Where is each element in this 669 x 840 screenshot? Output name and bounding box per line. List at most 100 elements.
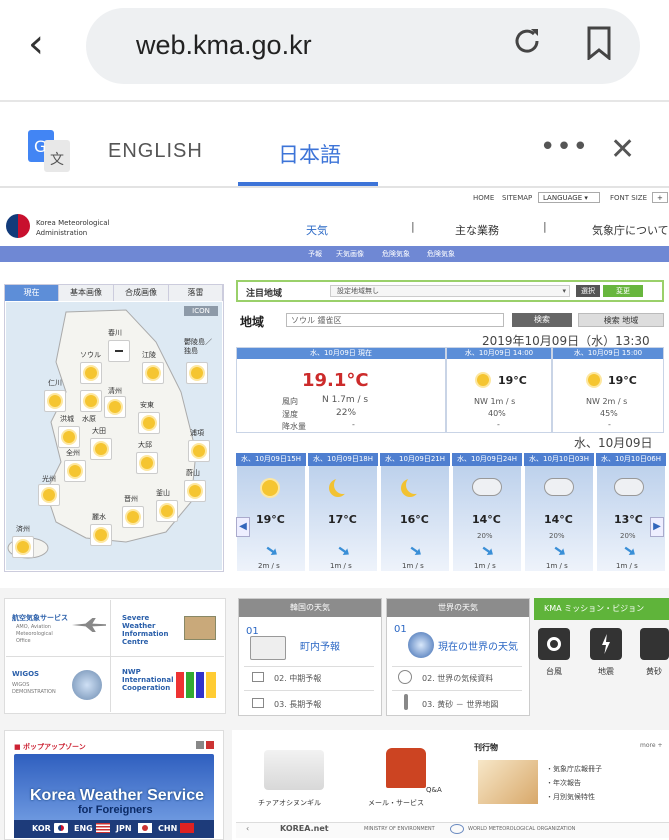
sunny-icon[interactable]: [188, 440, 210, 462]
region-search-button[interactable]: 検索 地域: [578, 313, 664, 327]
scroll-left-button[interactable]: ◀: [236, 517, 250, 537]
sunny-icon[interactable]: [184, 480, 206, 502]
town-forecast-link[interactable]: 町内予報: [300, 638, 340, 653]
close-icon[interactable]: ✕: [610, 132, 635, 167]
publications-more-link[interactable]: more +: [640, 742, 662, 749]
current-temperature: 19.1°C: [302, 370, 369, 391]
popup-page-icon[interactable]: [206, 741, 214, 749]
link-road[interactable]: チァアオシヌンギル: [258, 798, 321, 808]
sunny-icon[interactable]: [38, 484, 60, 506]
nav-weather[interactable]: 天気: [306, 222, 328, 238]
footer-link[interactable]: MINISTRY OF ENVIRONMENT: [364, 826, 435, 832]
link-mail-service[interactable]: メール・サービス: [368, 798, 424, 808]
lang-eng[interactable]: ENG: [74, 824, 93, 833]
road-illustration-icon[interactable]: [264, 750, 324, 790]
partly-cloudy-icon[interactable]: [104, 396, 126, 418]
lang-kor[interactable]: KOR: [32, 824, 51, 833]
sunny-icon[interactable]: [12, 536, 34, 558]
typhoon-label: 台風: [546, 667, 562, 676]
logo-line1: Korea Meteorological: [36, 219, 110, 227]
partly-cloudy-icon[interactable]: [58, 426, 80, 448]
sunny-icon[interactable]: [90, 524, 112, 546]
nav-about[interactable]: 気象庁について: [592, 222, 669, 238]
url-text[interactable]: web.kma.go.kr: [136, 30, 312, 61]
world-weather-now-link[interactable]: 現在の世界の天気: [438, 638, 518, 653]
focus-region-select[interactable]: 設定地域無し ▾: [330, 285, 570, 297]
publication-item[interactable]: ・気象庁広報冊子: [546, 764, 602, 774]
sunny-icon[interactable]: [64, 460, 86, 482]
publication-item[interactable]: ・年次報告: [546, 778, 581, 788]
region-input[interactable]: ソウル 鍾雀区: [286, 313, 504, 327]
subnav-danger[interactable]: 危険気象: [382, 249, 410, 259]
mailbox-icon[interactable]: [386, 748, 426, 788]
partly-cloudy-icon[interactable]: [44, 390, 66, 412]
lang-chn[interactable]: CHN: [158, 824, 177, 833]
footer-link[interactable]: WORLD METEOROLOGICAL ORGANIZATION: [468, 826, 575, 832]
sunny-icon[interactable]: [156, 500, 178, 522]
mid-range-forecast-link[interactable]: 02. 中期予報: [274, 673, 321, 684]
subnav-images[interactable]: 天気画像: [336, 249, 364, 259]
tab-english[interactable]: ENGLISH: [108, 140, 203, 163]
map-tab-basic[interactable]: 基本画像: [59, 285, 114, 301]
typhoon-icon[interactable]: [538, 628, 570, 660]
more-options-icon[interactable]: •••: [540, 132, 589, 162]
scroll-right-button[interactable]: ▶: [650, 517, 664, 537]
city-label: 大邱: [138, 441, 152, 449]
select-button[interactable]: 選択: [576, 285, 600, 297]
earthquake-icon[interactable]: [590, 628, 622, 660]
search-button[interactable]: 検索: [512, 313, 572, 327]
tab-japanese[interactable]: 日本語: [278, 139, 341, 169]
sunny-icon[interactable]: [122, 506, 144, 528]
lang-jpn[interactable]: JPN: [116, 824, 132, 833]
sunny-icon[interactable]: [138, 412, 160, 434]
kma-logo-text[interactable]: Korea Meteorological Administration: [36, 218, 136, 238]
world-climate-link[interactable]: 02. 世界の気候資料: [422, 673, 493, 684]
partly-cloudy-icon[interactable]: [142, 362, 164, 384]
long-range-forecast-link[interactable]: 03. 長期予報: [274, 699, 321, 710]
city-label: 水原: [82, 415, 96, 423]
kma-mission-vision[interactable]: KMA ミッション・ビジョン: [534, 598, 669, 620]
wmo-logo-icon: [450, 824, 464, 834]
yellow-dust-link[interactable]: 03. 黄砂 － 世界地図: [422, 699, 498, 710]
icon-toggle-button[interactable]: ICON: [184, 306, 218, 316]
reload-icon[interactable]: [510, 24, 544, 58]
service-wigos[interactable]: WIGOS: [12, 670, 52, 678]
footer-prev-arrow[interactable]: ‹: [246, 824, 249, 833]
partly-cloudy-icon[interactable]: [80, 362, 102, 384]
footer-link[interactable]: KOREA.net: [280, 824, 329, 833]
focus-select-value: 設定地域無し: [337, 287, 379, 295]
util-sitemap[interactable]: SITEMAP: [502, 194, 532, 202]
bookmark-icon[interactable]: [585, 26, 613, 60]
service-nwp[interactable]: NWP International Cooperation: [122, 668, 174, 692]
city-label: 釜山: [156, 489, 170, 497]
popup-page-icon[interactable]: [196, 741, 204, 749]
map-tab-composite[interactable]: 合成画像: [114, 285, 169, 301]
map-tab-current[interactable]: 現在: [5, 285, 59, 301]
weather-icon[interactable]: [108, 340, 130, 362]
kma-logo-icon[interactable]: [6, 214, 30, 238]
partly-cloudy-icon[interactable]: [90, 438, 112, 460]
language-select[interactable]: LANGUAGE ▾: [538, 192, 600, 203]
change-button[interactable]: 変更: [603, 285, 643, 297]
house-icon: [250, 636, 286, 660]
sunny-icon[interactable]: [186, 362, 208, 384]
service-aviation[interactable]: 航空気象サービス: [12, 614, 72, 622]
font-plus-button[interactable]: +: [652, 192, 668, 203]
subnav-forecast[interactable]: 予報: [308, 249, 322, 259]
publication-item[interactable]: ・月別気候特性: [546, 792, 595, 802]
back-arrow-icon[interactable]: ‹: [28, 24, 44, 64]
nav-main-work[interactable]: 主な業務: [455, 222, 499, 238]
util-home[interactable]: HOME: [473, 194, 494, 202]
sunny-icon[interactable]: [136, 452, 158, 474]
hourly-wind: 1m / s: [546, 562, 568, 570]
yellow-dust-icon[interactable]: [640, 628, 669, 660]
globe-icon: [72, 670, 102, 700]
publication-cover-image[interactable]: [478, 760, 538, 804]
subnav-danger-2[interactable]: 危険気象: [427, 249, 455, 259]
chart-icon: [176, 672, 216, 698]
service-severe-weather[interactable]: Severe Weather Information Centre: [122, 614, 180, 646]
divider: [392, 690, 522, 691]
map-tab-lightning[interactable]: 落雷: [169, 285, 223, 301]
hourly-column: [236, 452, 306, 572]
partly-cloudy-icon[interactable]: [80, 390, 102, 412]
